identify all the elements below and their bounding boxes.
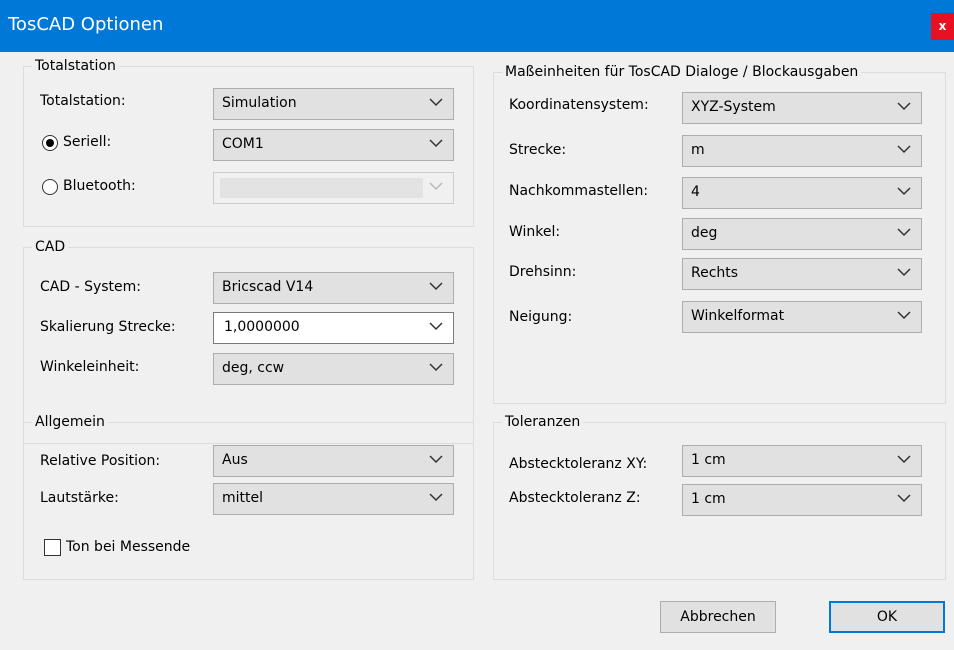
chevron-down-icon (429, 139, 443, 148)
seriell-radio[interactable] (42, 135, 58, 151)
chevron-down-icon (429, 182, 443, 191)
chevron-down-icon (897, 268, 911, 277)
seriell-port-value: COM1 (222, 136, 264, 152)
cad-system-value: Bricscad V14 (222, 279, 314, 295)
winkeleinheit-value: deg, ccw (222, 360, 285, 376)
nachkommastellen-label: Nachkommastellen: (509, 183, 649, 199)
abstecktoleranz-z-value: 1 cm (691, 491, 726, 507)
totalstation-label: Totalstation: (40, 93, 126, 109)
neigung-label: Neigung: (509, 309, 573, 325)
bluetooth-device-field (220, 178, 423, 198)
title-bar: TosCAD Optionen x (0, 0, 954, 52)
winkel-value: deg (691, 225, 718, 241)
strecke-select[interactable]: m (682, 135, 922, 167)
cad-system-label: CAD - System: (40, 279, 142, 295)
nachkommastellen-select[interactable]: 4 (682, 177, 922, 209)
relative-position-label: Relative Position: (40, 453, 161, 469)
chevron-down-icon (897, 311, 911, 320)
abstecktoleranz-xy-value: 1 cm (691, 452, 726, 468)
nachkommastellen-value: 4 (691, 184, 700, 200)
relative-position-value: Aus (222, 452, 248, 468)
options-dialog: Totalstation Totalstation: Simulation Se… (0, 52, 954, 650)
relative-position-select[interactable]: Aus (213, 445, 454, 477)
ton-bei-messende-checkbox[interactable] (44, 539, 61, 556)
lautstaerke-select[interactable]: mittel (213, 483, 454, 515)
seriell-label[interactable]: Seriell: (63, 134, 111, 150)
totalstation-select[interactable]: Simulation (213, 88, 454, 120)
koordinatensystem-value: XYZ-System (691, 99, 776, 115)
winkeleinheit-select[interactable]: deg, ccw (213, 353, 454, 385)
chevron-down-icon (897, 102, 911, 111)
chevron-down-icon (429, 98, 443, 107)
close-icon[interactable]: x (931, 13, 954, 40)
chevron-down-icon (429, 363, 443, 372)
koordinatensystem-label: Koordinatensystem: (509, 97, 649, 113)
chevron-down-icon (897, 145, 911, 154)
drehsinn-select[interactable]: Rechts (682, 258, 922, 290)
abstecktoleranz-z-select[interactable]: 1 cm (682, 484, 922, 516)
seriell-port-select[interactable]: COM1 (213, 129, 454, 161)
lautstaerke-label: Lautstärke: (40, 490, 119, 506)
strecke-value: m (691, 142, 705, 158)
lautstaerke-value: mittel (222, 490, 264, 506)
cancel-button[interactable]: Abbrechen (660, 601, 776, 633)
neigung-select[interactable]: Winkelformat (682, 301, 922, 333)
koordinatensystem-select[interactable]: XYZ-System (682, 92, 922, 124)
abstecktoleranz-xy-select[interactable]: 1 cm (682, 445, 922, 477)
chevron-down-icon (429, 322, 443, 331)
radio-selected-dot (46, 139, 54, 147)
skalierung-combobox[interactable]: 1,0000000 (213, 312, 454, 344)
drehsinn-value: Rechts (691, 265, 739, 281)
abstecktoleranz-xy-label: Abstecktoleranz XY: (509, 456, 648, 472)
bluetooth-radio[interactable] (42, 179, 58, 195)
group-totalstation-legend: Totalstation (35, 58, 116, 74)
winkeleinheit-label: Winkeleinheit: (40, 359, 140, 375)
chevron-down-icon (897, 228, 911, 237)
group-toleranzen-legend: Toleranzen (505, 414, 581, 430)
chevron-down-icon (429, 493, 443, 502)
group-allgemein-legend: Allgemein (35, 414, 105, 430)
chevron-down-icon (897, 494, 911, 503)
abstecktoleranz-z-label: Abstecktoleranz Z: (509, 490, 641, 506)
ok-button[interactable]: OK (829, 601, 945, 633)
chevron-down-icon (429, 455, 443, 464)
totalstation-select-value: Simulation (222, 95, 297, 111)
chevron-down-icon (897, 187, 911, 196)
group-masseinheiten-legend: Maßeinheiten für TosCAD Dialoge / Blocka… (505, 64, 859, 80)
chevron-down-icon (429, 282, 443, 291)
ton-bei-messende-label[interactable]: Ton bei Messende (66, 539, 190, 555)
neigung-value: Winkelformat (691, 308, 785, 324)
strecke-label: Strecke: (509, 142, 567, 158)
winkel-select[interactable]: deg (682, 218, 922, 250)
window-title: TosCAD Optionen (8, 14, 164, 35)
skalierung-value: 1,0000000 (224, 319, 300, 335)
chevron-down-icon (897, 455, 911, 464)
group-cad-legend: CAD (35, 239, 66, 255)
skalierung-label: Skalierung Strecke: (40, 319, 176, 335)
bluetooth-label[interactable]: Bluetooth: (63, 178, 136, 194)
bluetooth-device-select (213, 172, 454, 204)
winkel-label: Winkel: (509, 224, 561, 240)
cad-system-select[interactable]: Bricscad V14 (213, 272, 454, 304)
drehsinn-label: Drehsinn: (509, 264, 577, 280)
